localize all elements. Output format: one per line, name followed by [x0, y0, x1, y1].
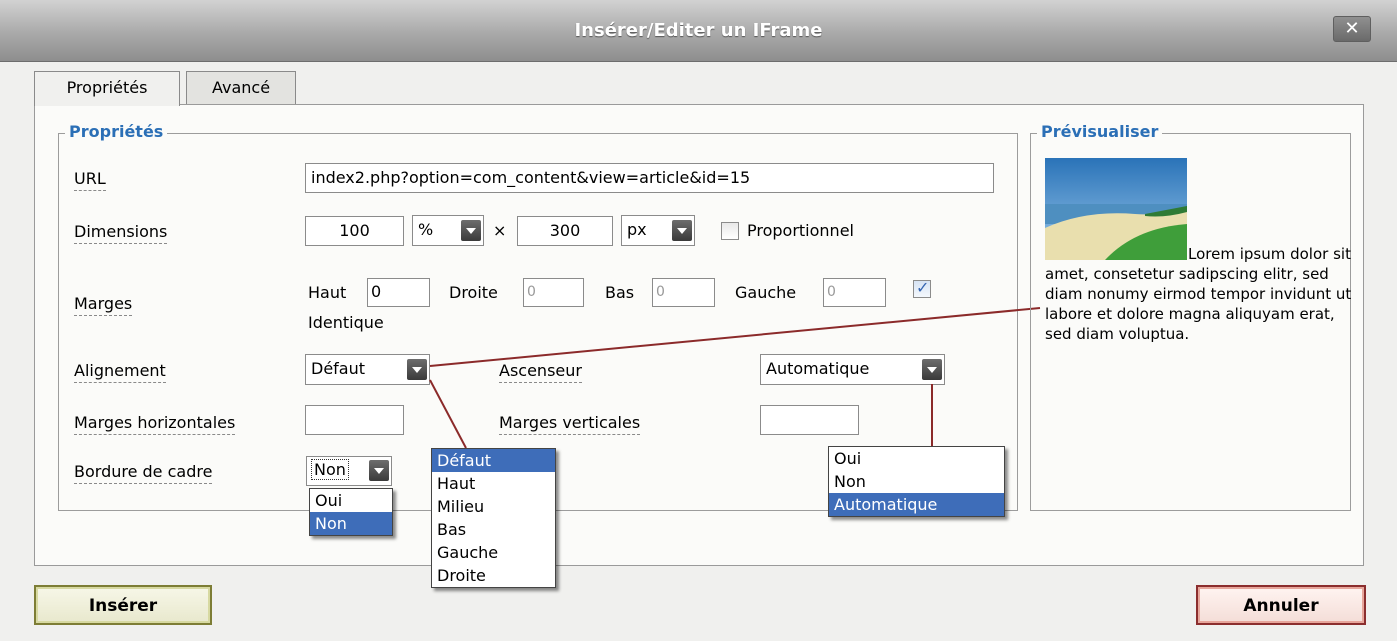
scroll-label: Ascenseur	[499, 361, 582, 383]
tab-label: Propriétés	[66, 78, 148, 97]
alignment-option-selected[interactable]: Défaut	[432, 449, 555, 472]
cancel-button[interactable]: Annuler	[1196, 585, 1366, 625]
preview-legend: Prévisualiser	[1037, 122, 1163, 141]
frameborder-label: Bordure de cadre	[74, 462, 213, 484]
url-input[interactable]: index2.php?option=com_content&view=artic…	[305, 163, 994, 193]
alignment-dropdown: Défaut Haut Milieu Bas Gauche Droite	[431, 448, 556, 588]
checkmark-icon: ✓	[916, 278, 930, 297]
alignment-select[interactable]: Défaut	[305, 354, 430, 385]
preview-text-block: Lorem ipsum dolor sit amet, consetetur s…	[1045, 244, 1355, 344]
alignment-option[interactable]: Bas	[432, 518, 555, 541]
dimensions-label: Dimensions	[74, 222, 168, 244]
frameborder-option-selected[interactable]: Non	[310, 512, 392, 535]
chevron-down-icon	[369, 460, 389, 481]
scroll-value: Automatique	[766, 359, 870, 378]
margin-top-input[interactable]: 0	[367, 278, 430, 307]
margin-left-label: Gauche	[735, 283, 797, 302]
proportional-checkbox[interactable]	[721, 222, 739, 240]
alignment-value: Défaut	[311, 359, 366, 378]
hmargins-input[interactable]	[305, 405, 404, 435]
margin-left-input[interactable]: 0	[823, 278, 886, 307]
chevron-down-icon	[922, 359, 942, 380]
properties-legend: Propriétés	[65, 122, 168, 141]
height-unit-value: px	[627, 220, 647, 239]
alignment-option[interactable]: Milieu	[432, 495, 555, 518]
width-unit-value: %	[418, 220, 434, 239]
scroll-select[interactable]: Automatique	[760, 354, 945, 385]
scroll-dropdown: Oui Non Automatique	[828, 446, 1005, 517]
chevron-down-icon	[672, 220, 692, 241]
tab-label: Avancé	[211, 78, 271, 97]
width-unit-select[interactable]: %	[412, 215, 484, 246]
alignment-option[interactable]: Haut	[432, 472, 555, 495]
identical-label: Identique	[308, 313, 384, 332]
close-icon: ✕	[1344, 18, 1360, 39]
margin-bottom-label: Bas	[605, 283, 635, 302]
url-label: URL	[74, 169, 106, 191]
vmargins-label: Marges verticales	[499, 413, 641, 435]
height-input[interactable]: 300	[517, 216, 613, 246]
identical-checkbox[interactable]: ✓	[913, 278, 931, 298]
tab-avance[interactable]: Avancé	[186, 71, 296, 105]
proportional-label: Proportionnel	[747, 221, 854, 240]
margins-label: Marges	[74, 294, 133, 316]
scroll-option-selected[interactable]: Automatique	[829, 493, 1004, 516]
chevron-down-icon	[461, 220, 481, 241]
width-input[interactable]: 100	[305, 216, 404, 246]
frameborder-value: Non	[311, 459, 349, 480]
dialog-title: Insérer/Editer un IFrame	[574, 20, 823, 41]
scroll-option[interactable]: Oui	[829, 447, 1004, 470]
times-sign: ×	[493, 221, 507, 240]
alignment-option[interactable]: Droite	[432, 564, 555, 587]
vmargins-input[interactable]	[760, 405, 859, 435]
hmargins-label: Marges horizontales	[74, 413, 236, 435]
margin-top-label: Haut	[308, 283, 347, 302]
frameborder-dropdown: Oui Non	[309, 488, 393, 536]
margin-right-input[interactable]: 0	[523, 278, 584, 307]
height-unit-select[interactable]: px	[621, 215, 695, 246]
chevron-down-icon	[407, 359, 427, 380]
frameborder-select[interactable]: Non	[306, 456, 392, 486]
margin-bottom-input[interactable]: 0	[652, 278, 715, 307]
alignment-label: Alignement	[74, 361, 166, 383]
insert-button[interactable]: Insérer	[34, 585, 212, 625]
alignment-option[interactable]: Gauche	[432, 541, 555, 564]
title-bar: Insérer/Editer un IFrame ✕	[0, 0, 1397, 62]
margin-right-label: Droite	[449, 283, 498, 302]
frameborder-option[interactable]: Oui	[310, 489, 392, 512]
close-button[interactable]: ✕	[1333, 16, 1371, 42]
tab-proprietes[interactable]: Propriétés	[34, 71, 180, 106]
scroll-option[interactable]: Non	[829, 470, 1004, 493]
image-spacer	[1045, 244, 1188, 263]
